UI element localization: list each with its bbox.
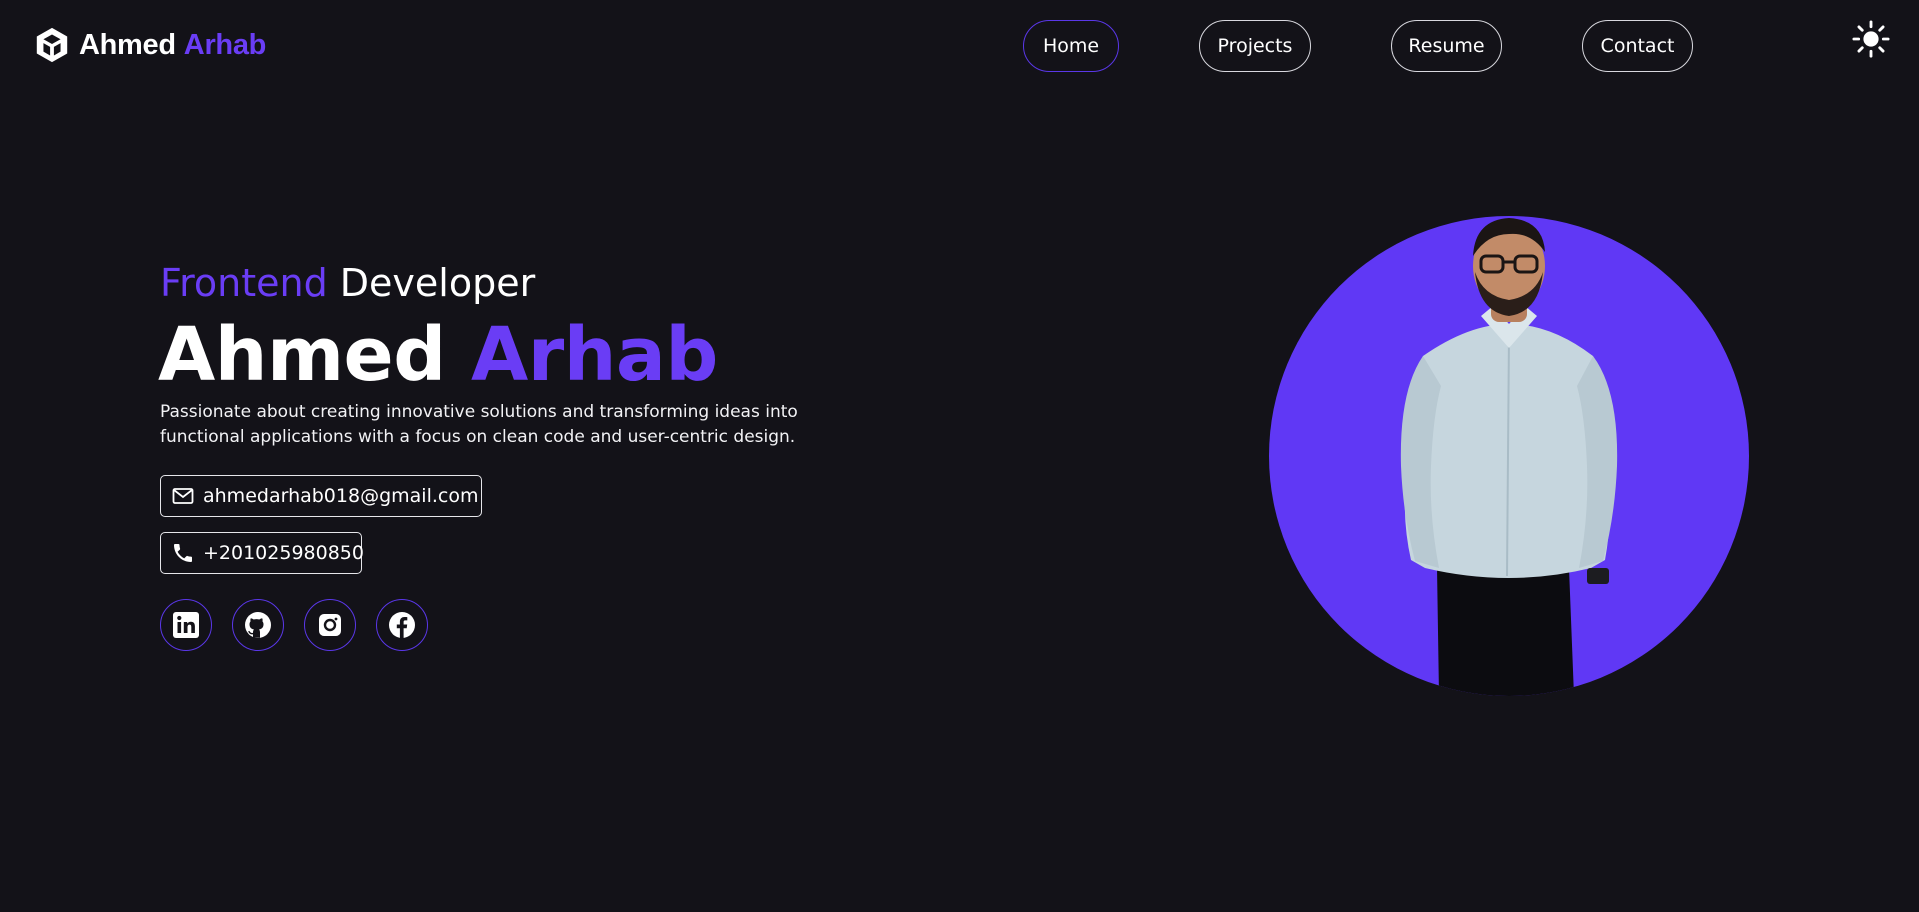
hero-role: Frontend Developer [160,258,535,308]
hero-name-first: Ahmed [158,312,446,398]
theme-toggle-button[interactable] [1852,20,1890,58]
linkedin-link[interactable] [160,599,212,651]
email-chip[interactable]: ahmedarhab018@gmail.com [160,475,482,517]
phone-text: +201025980850 [203,542,364,564]
phone-icon [174,544,192,562]
mail-icon [172,488,194,504]
nav-contact[interactable]: Contact [1582,20,1693,72]
sun-icon [1852,20,1890,58]
hero-role-accent: Frontend [160,261,328,305]
github-icon [245,612,271,638]
logo-last-name: Arhab [183,28,267,61]
site-logo[interactable]: Ahmed Arhab [33,26,266,64]
facebook-icon [389,612,415,638]
social-links [160,599,428,651]
logo-first-name: Ahmed [79,28,176,61]
profile-photo [1269,216,1749,696]
email-text: ahmedarhab018@gmail.com [203,485,479,507]
nav-projects[interactable]: Projects [1199,20,1311,72]
profile-portrait-image [1269,216,1749,696]
hero-description: Passionate about creating innovative sol… [160,402,798,447]
instagram-link[interactable] [304,599,356,651]
cube-logo-icon [36,27,68,63]
github-link[interactable] [232,599,284,651]
linkedin-icon [173,612,199,638]
hero-name-last: Arhab [470,312,718,398]
portfolio-page: Ahmed Arhab Home Projects Resume Contact… [0,0,1919,912]
main-nav: Home Projects Resume Contact [1023,20,1693,72]
nav-home[interactable]: Home [1023,20,1119,72]
hero-role-rest: Developer [339,261,536,305]
facebook-link[interactable] [376,599,428,651]
instagram-icon [319,614,341,636]
hero-name: Ahmed Arhab [158,311,718,399]
nav-resume[interactable]: Resume [1391,20,1502,72]
phone-chip[interactable]: +201025980850 [160,532,364,574]
